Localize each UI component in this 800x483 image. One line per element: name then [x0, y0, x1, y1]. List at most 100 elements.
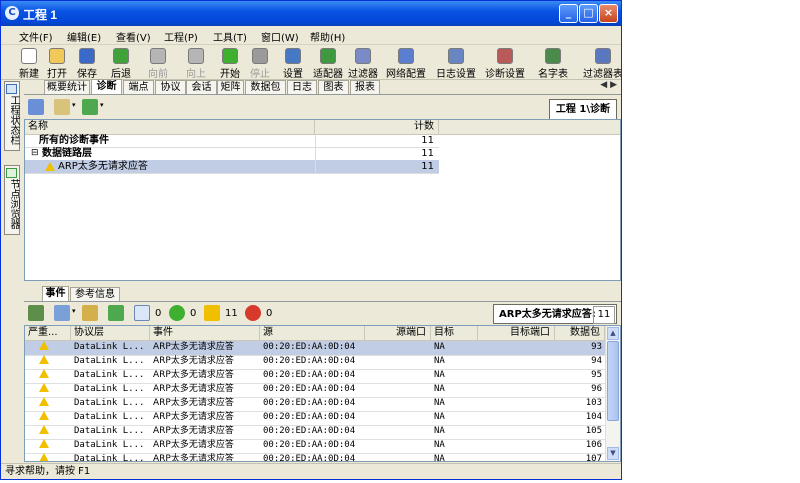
side-tab-project-status[interactable]: 工程状态栏	[4, 81, 20, 151]
toolbar-button[interactable]: 新建	[19, 48, 39, 80]
table-row[interactable]: DataLink L... ARP太多无请求应答 00:20:ED:AA:0D:04…	[25, 383, 605, 398]
tab-9[interactable]: 报表	[350, 80, 380, 94]
toolbar-button[interactable]: 网络配置	[386, 48, 426, 80]
toolbar-button[interactable]: 日志设置	[436, 48, 476, 80]
toolbar-button[interactable]: 向上	[186, 48, 206, 80]
column-header-count[interactable]: 计数	[315, 120, 439, 134]
window-title: 工程 1	[23, 8, 58, 22]
settings-icon[interactable]	[82, 305, 98, 321]
column-header[interactable]: 协议层	[71, 326, 150, 340]
notice-filter-icon[interactable]	[169, 305, 185, 321]
cell-target: NA	[434, 384, 445, 394]
expander-toggle[interactable]: ⊟	[31, 147, 39, 160]
menu-item[interactable]: 帮助(H)	[310, 29, 345, 44]
toolbar-button[interactable]: 后退	[111, 48, 131, 80]
refresh-icon[interactable]	[82, 99, 98, 115]
menu-item[interactable]: 窗口(W)	[261, 29, 299, 44]
stop-icon	[252, 48, 268, 64]
open-folder-icon	[49, 48, 65, 64]
warning-icon	[39, 369, 49, 378]
bottom-tab-0[interactable]: 事件	[42, 286, 69, 301]
bottom-tab-1[interactable]: 参考信息	[70, 287, 120, 301]
chevron-down-icon[interactable]: ▾	[72, 101, 76, 109]
column-header[interactable]: 事件	[150, 326, 260, 340]
column-header[interactable]: 数据包	[555, 326, 605, 340]
scroll-down-arrow[interactable]: ▼	[607, 447, 619, 460]
toolbar-button[interactable]: 名字表	[538, 48, 568, 80]
tab-7[interactable]: 日志	[287, 80, 317, 94]
cell-target: NA	[434, 370, 445, 380]
column-header[interactable]: 严重...	[25, 326, 71, 340]
column-header-name[interactable]: 名称	[25, 120, 315, 134]
tab-1[interactable]: 诊断	[91, 79, 122, 94]
maximize-button[interactable]: □	[579, 4, 598, 23]
table-row[interactable]: DataLink L... ARP太多无请求应答 00:20:ED:AA:0D:04…	[25, 355, 605, 370]
table-row[interactable]: DataLink L... ARP太多无请求应答 00:20:ED:AA:0D:04…	[25, 341, 605, 356]
tab-5[interactable]: 矩阵	[217, 80, 244, 94]
tab-4[interactable]: 会话	[186, 80, 217, 94]
scroll-up-arrow[interactable]: ▲	[607, 327, 619, 340]
row-count: 11	[315, 160, 434, 173]
table-row[interactable]: DataLink L... ARP太多无请求应答 00:20:ED:AA:0D:04…	[25, 453, 605, 462]
column-header[interactable]: 目标端口	[478, 326, 555, 340]
toolbar-button[interactable]: 停止	[250, 48, 270, 80]
table-row[interactable]: DataLink L... ARP太多无请求应答 00:20:ED:AA:0D:04…	[25, 439, 605, 454]
side-tab-node-browser[interactable]: 节点浏览器	[4, 165, 20, 235]
info-filter-icon[interactable]	[134, 305, 150, 321]
title-bar[interactable]: C 工程 1 _ □ ×	[1, 1, 621, 26]
table-row[interactable]: DataLink L... ARP太多无请求应答 00:20:ED:AA:0D:04…	[25, 397, 605, 412]
column-header[interactable]: 源	[260, 326, 365, 340]
scroll-thumb[interactable]	[607, 341, 619, 421]
minimize-button[interactable]: _	[559, 4, 578, 23]
column-header[interactable]: 源端口	[365, 326, 431, 340]
error-filter-icon[interactable]	[245, 305, 261, 321]
table-row[interactable]: 所有的诊断事件 11	[25, 134, 439, 148]
tab-3[interactable]: 协议	[155, 80, 186, 94]
toolbar-button[interactable]: 保存	[77, 48, 97, 80]
event-count-label: ARP太多无请求应答:	[499, 309, 596, 320]
toolbar-button[interactable]: 诊断设置	[485, 48, 525, 80]
chevron-down-icon[interactable]: ▾	[72, 307, 76, 315]
menu-item[interactable]: 工程(P)	[164, 29, 198, 44]
cell-packet: 107	[585, 454, 602, 462]
toolbar-button[interactable]: 过滤器	[348, 48, 378, 80]
toolbar-button[interactable]: 开始	[220, 48, 240, 80]
filter-icon[interactable]	[54, 305, 70, 321]
event-count-value: 11	[593, 306, 615, 324]
refresh-icon[interactable]	[108, 305, 124, 321]
table-row[interactable]: ⊟ 数据链路层 11	[25, 147, 439, 161]
detail-tabs: 事件 参考信息	[24, 286, 621, 302]
table-row[interactable]: ARP太多无请求应答 11	[25, 160, 439, 174]
tab-2[interactable]: 端点	[123, 80, 154, 94]
column-header[interactable]: 目标	[431, 326, 478, 340]
layout-icon[interactable]	[28, 99, 44, 115]
tab-6[interactable]: 数据包	[245, 80, 286, 94]
toolbar-button-label: 向前	[148, 69, 168, 80]
toolbar-button[interactable]: 设置	[283, 48, 303, 80]
row-count: 11	[315, 134, 434, 147]
menu-item[interactable]: 查看(V)	[116, 29, 151, 44]
chevron-down-icon[interactable]: ▾	[100, 101, 104, 109]
table-row[interactable]: DataLink L... ARP太多无请求应答 00:20:ED:AA:0D:04…	[25, 411, 605, 426]
close-button[interactable]: ×	[599, 4, 618, 23]
toolbar-button[interactable]: 适配器	[313, 48, 343, 80]
tree-icon[interactable]	[28, 305, 44, 321]
warning-filter-icon[interactable]	[204, 305, 220, 321]
view-title: 工程 1\诊断	[548, 99, 617, 121]
toolbar-button[interactable]: 过滤器表	[583, 48, 621, 80]
toolbar-button[interactable]: 向前	[148, 48, 168, 80]
menu-item[interactable]: 文件(F)	[19, 29, 53, 44]
table-header: 严重... 协议层 事件源源端口 目标 目标端口 数据包	[25, 326, 620, 341]
toolbar-button[interactable]: 打开	[47, 48, 67, 80]
vertical-scrollbar[interactable]: ▲ ▼	[605, 326, 620, 461]
columns-icon[interactable]	[54, 99, 70, 115]
menu-item[interactable]: 工具(T)	[213, 29, 247, 44]
tab-0[interactable]: 概要统计	[44, 80, 90, 94]
tab-8[interactable]: 图表	[318, 80, 349, 94]
table-row[interactable]: DataLink L... ARP太多无请求应答 00:20:ED:AA:0D:04…	[25, 369, 605, 384]
table-row[interactable]: DataLink L... ARP太多无请求应答 00:20:ED:AA:0D:04…	[25, 425, 605, 440]
cell-packet: 103	[585, 398, 602, 408]
tab-scroll-arrows[interactable]: ◀ ▶	[600, 80, 617, 90]
cell-source: 00:20:ED:AA:0D:04	[263, 356, 356, 366]
menu-item[interactable]: 编辑(E)	[67, 29, 101, 44]
